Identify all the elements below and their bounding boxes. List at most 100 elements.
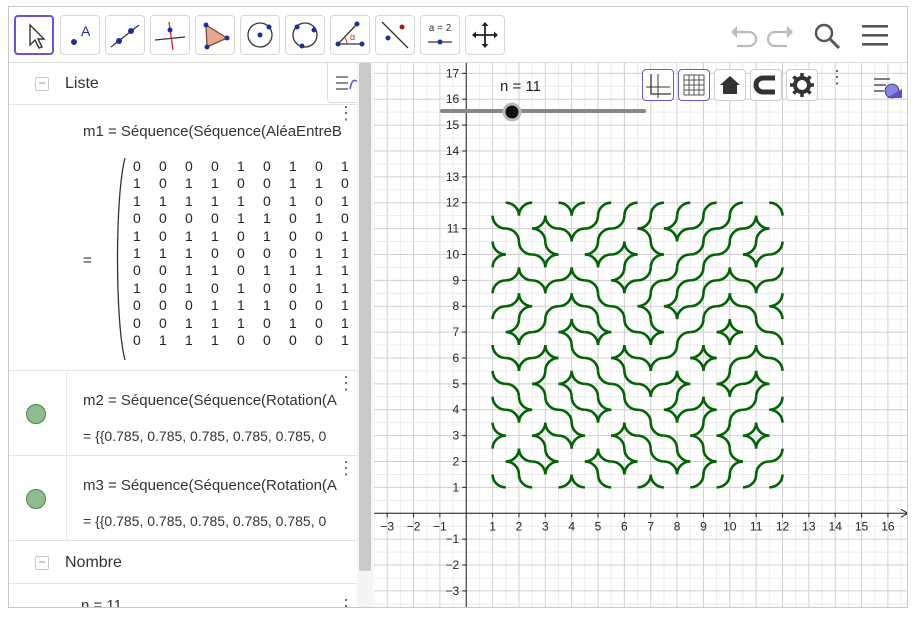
kebab-icon[interactable]: ⋮ <box>337 459 355 477</box>
matrix-cell: 1 <box>211 262 219 279</box>
matrix-cell: 0 <box>237 227 245 244</box>
y-tick-label: 2 <box>453 455 460 469</box>
search-icon[interactable] <box>811 21 843 51</box>
x-tick-label: 2 <box>516 519 523 533</box>
matrix-cell: 0 <box>185 158 193 174</box>
definition-m1[interactable]: m1 = Séquence(Séquence(AléaEntreB <box>83 123 342 140</box>
slider-icon <box>428 39 452 45</box>
matrix-cell: 0 <box>237 262 245 279</box>
graphics-view[interactable]: −3 −2 −1 1 2 3 4 5 6 7 8 9 10 11 12 13 14 15 16 17 16 15 14 13 1… <box>374 63 908 608</box>
definition-m2[interactable]: m2 = Séquence(Séquence(Rotation(A <box>83 392 337 409</box>
redo-icon[interactable] <box>765 21 797 51</box>
matrix-cell: 0 <box>315 227 323 244</box>
x-tick-label: 12 <box>776 519 790 533</box>
value-m2: = {{0.785, 0.785, 0.785, 0.785, 0.785, 0 <box>83 428 327 444</box>
perpendicular-line-icon <box>154 21 186 51</box>
slider-handle[interactable] <box>502 102 522 122</box>
definition-n[interactable]: n = 11 <box>81 597 122 607</box>
y-tick-label: 3 <box>453 429 460 443</box>
kebab-icon[interactable]: ⋮ <box>337 106 355 122</box>
matrix-cell: 1 <box>341 297 349 314</box>
collapse-icon[interactable]: − <box>35 77 49 91</box>
matrix-cell: 1 <box>289 158 297 174</box>
algebra-row-m3[interactable]: m3 = Séquence(Séquence(Rotation(A ⋮ = {{… <box>9 457 357 541</box>
matrix-cell: 0 <box>159 175 167 192</box>
graphics-canvas[interactable]: −3 −2 −1 1 2 3 4 5 6 7 8 9 10 11 12 13 14 15 1617161514131… <box>374 63 908 608</box>
kebab-icon[interactable]: ⋮ <box>337 374 355 392</box>
slider-n[interactable] <box>440 102 646 122</box>
matrix-cell: 1 <box>315 175 323 192</box>
matrix-cell: 1 <box>211 297 219 314</box>
matrix-cell: 0 <box>263 331 271 348</box>
matrix-cell: 1 <box>133 227 141 244</box>
polygon-icon <box>203 22 230 50</box>
y-tick-label: 1 <box>453 480 460 494</box>
matrix-cell: 1 <box>237 192 245 209</box>
group-header-nombre[interactable]: − Nombre <box>9 542 357 584</box>
circle-three-points-tool-button[interactable] <box>285 15 325 55</box>
snapping-button[interactable] <box>750 69 782 101</box>
reflect-icon <box>381 21 409 49</box>
matrix-cell: 0 <box>289 279 297 296</box>
matrix-cell: 0 <box>211 279 219 296</box>
matrix-cell: 1 <box>263 262 271 279</box>
matrix-cell: 0 <box>185 297 193 314</box>
matrix-cell: 1 <box>341 192 349 209</box>
visibility-toggle-m2[interactable] <box>26 404 46 424</box>
matrix-cell: 0 <box>211 210 219 227</box>
slider-tool-button[interactable]: a = 2 <box>420 15 460 55</box>
settings-button[interactable] <box>786 69 818 101</box>
menu-icon[interactable] <box>859 21 891 51</box>
y-tick-label: −3 <box>446 584 460 598</box>
group-header-liste[interactable]: − Liste <box>9 63 357 105</box>
y-tick-label: 9 <box>453 273 460 287</box>
polygon-tool-button[interactable] <box>195 15 235 55</box>
move-tool-button[interactable] <box>14 15 54 55</box>
definition-m3[interactable]: m3 = Séquence(Séquence(Rotation(A <box>83 477 337 494</box>
graphics-style-toggle-icon[interactable] <box>870 71 906 103</box>
matrix-cell: 0 <box>289 297 297 314</box>
algebra-row-n[interactable]: n = 11 ⋮ <box>9 585 357 607</box>
matrix-cell: 1 <box>185 227 193 244</box>
matrix-cell: 1 <box>237 279 245 296</box>
grid-toggle-button[interactable] <box>678 69 710 101</box>
x-tick-label: 10 <box>723 519 737 533</box>
angle-tool-button[interactable]: α <box>330 15 370 55</box>
x-tick-label: 4 <box>568 519 575 533</box>
kebab-icon[interactable]: ⋮ <box>828 68 846 86</box>
algebra-row-m1[interactable]: m1 = Séquence(Séquence(AléaEntreB ⋮ = 00… <box>9 106 357 371</box>
y-tick-label: 11 <box>447 222 460 236</box>
matrix-cell: 1 <box>159 244 167 261</box>
matrix-cell: 0 <box>211 158 219 174</box>
value-m3: = {{0.785, 0.785, 0.785, 0.785, 0.785, 0 <box>83 513 327 529</box>
matrix-cell: 1 <box>133 244 141 261</box>
scrollbar-thumb[interactable] <box>359 63 371 571</box>
move-graphics-icon <box>472 22 498 48</box>
perpendicular-tool-button[interactable] <box>150 15 190 55</box>
reflect-tool-button[interactable] <box>375 15 415 55</box>
matrix-cell: 1 <box>211 331 219 348</box>
matrix-cell: 0 <box>315 158 323 174</box>
undo-icon[interactable] <box>727 21 759 51</box>
point-tool-button[interactable]: A <box>60 15 100 55</box>
gear-icon <box>790 73 814 97</box>
matrix-cell: 0 <box>289 210 297 227</box>
line-tool-button[interactable] <box>105 15 145 55</box>
visibility-toggle-m3[interactable] <box>26 489 46 509</box>
graphics-style-bar: ⋮ <box>642 68 846 103</box>
matrix-cell: 1 <box>185 314 193 331</box>
home-button[interactable] <box>714 69 746 101</box>
matrix-cell: 0 <box>263 158 271 174</box>
algebra-scrollbar[interactable] <box>357 63 373 607</box>
axes-toggle-button[interactable] <box>642 69 674 101</box>
x-tick-label: 16 <box>881 519 895 533</box>
collapse-icon[interactable]: − <box>35 556 49 570</box>
matrix-cell: 0 <box>133 331 141 348</box>
kebab-icon[interactable]: ⋮ <box>337 597 355 607</box>
algebra-row-m2[interactable]: m2 = Séquence(Séquence(Rotation(A ⋮ = {{… <box>9 372 357 456</box>
move-graphics-tool-button[interactable] <box>465 15 505 55</box>
y-tick-label: 14 <box>446 144 460 158</box>
circle-center-point-tool-button[interactable] <box>240 15 280 55</box>
matrix-cell: 0 <box>289 244 297 261</box>
matrix-cell: 0 <box>159 314 167 331</box>
